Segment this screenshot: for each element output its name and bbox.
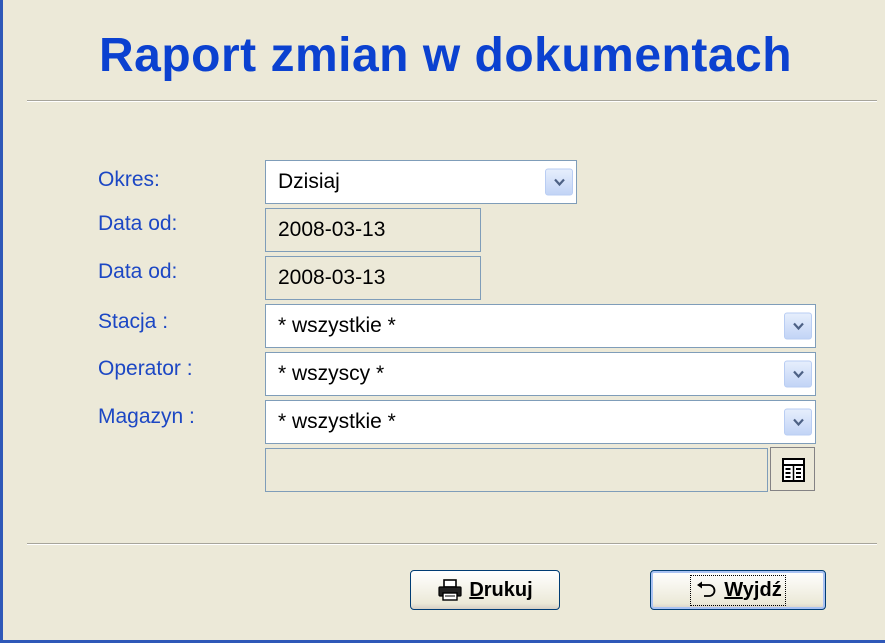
- chevron-down-icon[interactable]: [784, 360, 812, 388]
- stacja-dropdown[interactable]: * wszystkie *: [265, 304, 816, 348]
- magazyn-value: * wszystkie *: [278, 410, 396, 433]
- page-title: Raport zmian w dokumentach: [98, 29, 793, 82]
- exit-accel: W: [724, 578, 743, 601]
- operator-dropdown[interactable]: * wszyscy *: [265, 352, 816, 396]
- print-button[interactable]: Drukuj: [410, 570, 560, 610]
- print-accel: D: [469, 578, 484, 601]
- extra-field[interactable]: [265, 448, 768, 492]
- printer-icon: [438, 579, 462, 601]
- stacja-label: Stacja :: [98, 310, 169, 333]
- stacja-value: * wszystkie *: [278, 314, 396, 337]
- operator-label: Operator :: [98, 357, 193, 380]
- date-to-label: Data od:: [98, 260, 178, 283]
- okres-dropdown[interactable]: Dzisiaj: [265, 160, 577, 204]
- date-from-field[interactable]: 2008-03-13: [265, 208, 481, 252]
- undo-arrow-icon: [697, 581, 716, 597]
- title-divider: [27, 100, 877, 102]
- footer-divider: [27, 543, 877, 545]
- exit-label: yjdź: [742, 578, 782, 601]
- date-from-value: 2008-03-13: [278, 218, 386, 241]
- date-to-value: 2008-03-13: [278, 266, 386, 289]
- okres-value: Dzisiaj: [278, 170, 340, 193]
- chevron-down-icon[interactable]: [545, 168, 573, 196]
- magazyn-dropdown[interactable]: * wszystkie *: [265, 400, 816, 444]
- date-from-label: Data od:: [98, 212, 178, 235]
- operator-value: * wszyscy *: [278, 362, 385, 385]
- date-to-field[interactable]: 2008-03-13: [265, 256, 481, 300]
- grid-lookup-icon: [782, 458, 805, 482]
- okres-label: Okres:: [98, 168, 160, 191]
- magazyn-label: Magazyn :: [98, 405, 195, 428]
- chevron-down-icon[interactable]: [784, 408, 812, 436]
- dialog-window: Raport zmian w dokumentach Okres: Dzisia…: [0, 0, 885, 643]
- lookup-button[interactable]: [770, 447, 815, 491]
- print-label: rukuj: [483, 578, 533, 601]
- chevron-down-icon[interactable]: [784, 312, 812, 340]
- exit-button[interactable]: Wyjdź: [650, 570, 826, 610]
